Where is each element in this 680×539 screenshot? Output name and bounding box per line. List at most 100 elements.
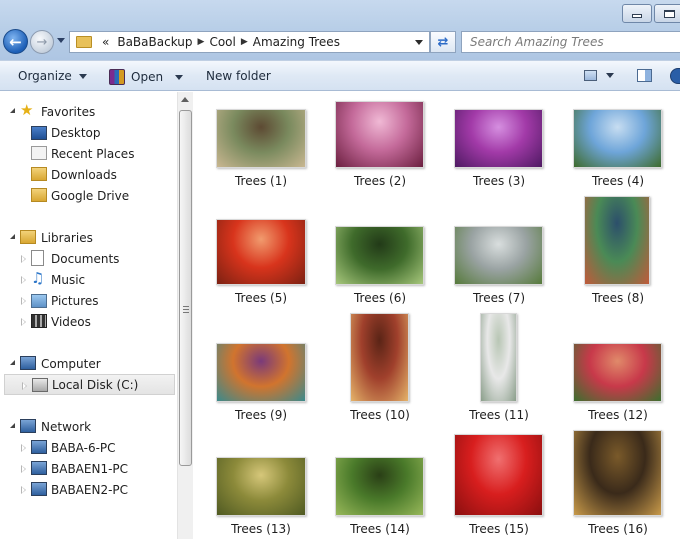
nav-item-music[interactable]: ♫ Music — [0, 269, 177, 290]
collapsed-arrow-icon[interactable] — [21, 318, 26, 326]
address-bar[interactable]: « BaBaBackup ▶ Cool ▶ Amazing Trees — [69, 31, 430, 53]
nav-item-label: Documents — [51, 251, 120, 266]
image-thumbnail[interactable] — [216, 343, 306, 402]
image-thumbnail[interactable] — [335, 457, 424, 516]
change-view-button[interactable] — [584, 70, 614, 81]
minimize-button[interactable] — [622, 4, 652, 23]
nav-item-documents[interactable]: Documents — [0, 248, 177, 269]
image-thumbnail[interactable] — [573, 343, 662, 402]
navigation-scrollbar[interactable] — [177, 92, 193, 539]
image-thumbnail[interactable] — [573, 430, 662, 516]
nav-item-desktop[interactable]: Desktop — [0, 122, 177, 143]
file-name-label[interactable]: Trees (5) — [202, 291, 320, 305]
nav-libraries[interactable]: Libraries — [0, 227, 177, 248]
nav-item-pictures[interactable]: Pictures — [0, 290, 177, 311]
breadcrumb-item[interactable]: BaBaBackup — [113, 35, 196, 49]
image-thumbnail[interactable] — [335, 226, 424, 285]
folder-icon — [76, 36, 92, 48]
breadcrumb-item[interactable]: Amazing Trees — [249, 35, 344, 49]
collapsed-arrow-icon[interactable] — [21, 465, 26, 473]
nav-item-label: BABAEN1-PC — [51, 461, 129, 476]
open-label: Open — [131, 70, 164, 84]
nav-item-videos[interactable]: Videos — [0, 311, 177, 332]
forward-button[interactable]: → — [30, 30, 54, 54]
file-name-label[interactable]: Trees (12) — [559, 408, 677, 422]
file-name-label[interactable]: Trees (6) — [321, 291, 439, 305]
collapsed-arrow-icon[interactable] — [21, 276, 26, 284]
expanded-arrow-icon[interactable] — [10, 360, 15, 365]
file-name-label[interactable]: Trees (9) — [202, 408, 320, 422]
image-thumbnail[interactable] — [335, 101, 424, 168]
file-name-label[interactable]: Trees (1) — [202, 174, 320, 188]
music-note-icon: ♫ — [31, 269, 45, 287]
recent-pages-dropdown[interactable] — [57, 38, 65, 43]
nav-network-label: Network — [41, 419, 92, 434]
image-thumbnail[interactable] — [216, 219, 306, 285]
expanded-arrow-icon[interactable] — [10, 423, 15, 428]
new-folder-button[interactable]: New folder — [206, 69, 271, 83]
breadcrumb-separator-icon[interactable]: ▶ — [197, 37, 206, 47]
desktop-icon — [31, 126, 47, 140]
file-name-label[interactable]: Trees (4) — [559, 174, 677, 188]
expanded-arrow-icon[interactable] — [10, 234, 15, 239]
grip-icon — [183, 306, 189, 313]
nav-item-recent-places[interactable]: Recent Places — [0, 143, 177, 164]
file-name-label[interactable]: Trees (16) — [559, 522, 677, 536]
network-icon — [20, 419, 36, 433]
nav-item-label: Desktop — [51, 125, 101, 140]
file-name-label[interactable]: Trees (3) — [440, 174, 558, 188]
file-name-label[interactable]: Trees (14) — [321, 522, 439, 536]
organize-label: Organize — [18, 69, 72, 83]
refresh-button[interactable]: ⇄ — [430, 31, 456, 53]
scrollbar-thumb[interactable] — [179, 110, 192, 466]
image-thumbnail[interactable] — [573, 109, 662, 168]
nav-item-local-disk[interactable]: Local Disk (C:) — [4, 374, 175, 395]
new-folder-label: New folder — [206, 69, 271, 83]
image-thumbnail[interactable] — [584, 196, 650, 285]
address-overflow[interactable]: « — [98, 35, 113, 49]
preview-pane-button[interactable] — [637, 69, 652, 82]
nav-item-network-pc[interactable]: BABAEN1-PC — [0, 458, 177, 479]
breadcrumb-separator-icon[interactable]: ▶ — [240, 37, 249, 47]
file-name-label[interactable]: Trees (11) — [440, 408, 558, 422]
collapsed-arrow-icon[interactable] — [22, 382, 27, 390]
image-thumbnail[interactable] — [216, 457, 306, 516]
collapsed-arrow-icon[interactable] — [21, 297, 26, 305]
nav-computer[interactable]: Computer — [0, 353, 177, 374]
nav-network[interactable]: Network — [0, 416, 177, 437]
collapsed-arrow-icon[interactable] — [21, 486, 26, 494]
open-button[interactable]: Open — [109, 69, 184, 85]
maximize-icon — [663, 9, 675, 18]
breadcrumb-item[interactable]: Cool — [205, 35, 239, 49]
search-input[interactable]: Search Amazing Trees — [461, 31, 680, 53]
organize-button[interactable]: Organize — [18, 69, 87, 83]
nav-item-network-pc[interactable]: BABAEN2-PC — [0, 479, 177, 500]
nav-favorites[interactable]: ★ Favorites — [0, 101, 177, 122]
back-button[interactable]: ← — [3, 29, 28, 54]
image-thumbnail[interactable] — [454, 109, 543, 168]
nav-item-downloads[interactable]: Downloads — [0, 164, 177, 185]
image-thumbnail[interactable] — [480, 313, 517, 402]
image-thumbnail[interactable] — [216, 109, 306, 168]
file-name-label[interactable]: Trees (2) — [321, 174, 439, 188]
file-name-label[interactable]: Trees (10) — [321, 408, 439, 422]
help-button[interactable] — [670, 68, 680, 84]
nav-item-google-drive[interactable]: Google Drive — [0, 185, 177, 206]
nav-item-network-pc[interactable]: BABA-6-PC — [0, 437, 177, 458]
file-name-label[interactable]: Trees (13) — [202, 522, 320, 536]
maximize-button[interactable] — [654, 4, 680, 23]
file-name-label[interactable]: Trees (7) — [440, 291, 558, 305]
file-name-label[interactable]: Trees (15) — [440, 522, 558, 536]
nav-item-label: BABA-6-PC — [51, 440, 116, 455]
pc-icon — [31, 461, 47, 475]
file-name-label[interactable]: Trees (8) — [559, 291, 677, 305]
address-history-dropdown[interactable] — [415, 40, 423, 45]
image-thumbnail[interactable] — [454, 434, 543, 516]
collapsed-arrow-icon[interactable] — [21, 255, 26, 263]
expanded-arrow-icon[interactable] — [10, 108, 15, 113]
collapsed-arrow-icon[interactable] — [21, 444, 26, 452]
image-thumbnail[interactable] — [350, 313, 409, 402]
image-thumbnail[interactable] — [454, 226, 543, 285]
nav-libraries-label: Libraries — [41, 230, 93, 245]
scroll-up-arrow-icon[interactable] — [181, 97, 189, 102]
